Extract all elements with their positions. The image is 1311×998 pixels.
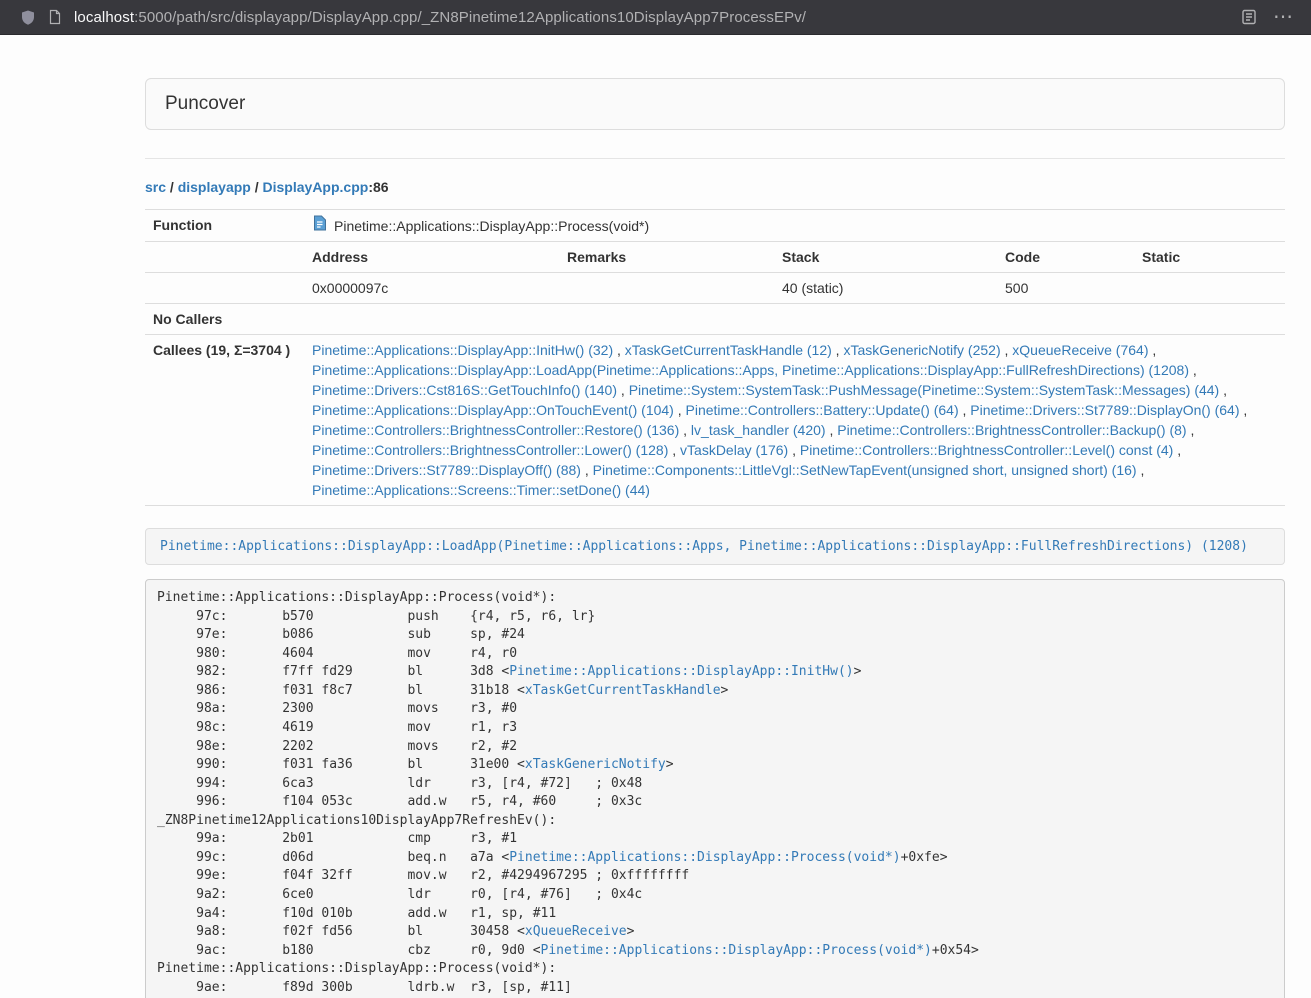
- stack-value: 40 (static): [774, 273, 997, 304]
- callee-link[interactable]: vTaskDelay (176): [680, 442, 788, 458]
- app-header: Puncover: [145, 78, 1285, 130]
- address-value: 0x0000097c: [304, 273, 559, 304]
- symbol-type-icon: [312, 215, 327, 236]
- callee-link[interactable]: Pinetime::Applications::DisplayApp::OnTo…: [312, 402, 674, 418]
- callee-link[interactable]: Pinetime::Controllers::BrightnessControl…: [837, 422, 1186, 438]
- app-title: Puncover: [165, 93, 245, 114]
- callee-link[interactable]: Pinetime::System::SystemTask::PushMessag…: [629, 382, 1220, 398]
- function-name: Pinetime::Applications::DisplayApp::Proc…: [334, 216, 649, 236]
- callee-link[interactable]: Pinetime::Controllers::BrightnessControl…: [312, 422, 679, 438]
- callee-link[interactable]: Pinetime::Controllers::BrightnessControl…: [312, 442, 668, 458]
- shield-icon[interactable]: [20, 9, 36, 26]
- callees-row: Callees (19, Σ=3704 ) Pinetime::Applicat…: [145, 335, 1285, 506]
- url-host: localhost: [74, 9, 134, 26]
- static-value: [1134, 273, 1285, 304]
- disasm-symbol-link[interactable]: Pinetime::Applications::DisplayApp::Proc…: [509, 850, 900, 865]
- callee-link[interactable]: Pinetime::Components::LittleVgl::SetNewT…: [593, 462, 1137, 478]
- metrics-value-row: 0x0000097c 40 (static) 500: [145, 273, 1285, 304]
- function-row: Function Pinetime::Applications::Display…: [145, 210, 1285, 242]
- page-info-icon[interactable]: [48, 9, 62, 25]
- column-header-remarks: Remarks: [559, 242, 774, 273]
- page-container: Puncover src / displayapp / DisplayApp.c…: [145, 78, 1285, 998]
- disasm-symbol-link[interactable]: xTaskGetCurrentTaskHandle: [525, 683, 721, 698]
- column-header-static: Static: [1134, 242, 1285, 273]
- disasm-symbol-link[interactable]: xQueueReceive: [525, 924, 627, 939]
- metrics-header-row: Address Remarks Stack Code Static: [145, 242, 1285, 273]
- callee-link[interactable]: Pinetime::Drivers::Cst816S::GetTouchInfo…: [312, 382, 617, 398]
- breadcrumb-link[interactable]: DisplayApp.cpp: [263, 179, 369, 195]
- callee-link[interactable]: Pinetime::Controllers::BrightnessControl…: [800, 442, 1173, 458]
- remarks-value: [559, 273, 774, 304]
- disasm-symbol-link[interactable]: Pinetime::Applications::DisplayApp::Proc…: [541, 943, 932, 958]
- divider: [145, 158, 1285, 159]
- disasm-symbol-link[interactable]: Pinetime::Applications::DisplayApp::Init…: [509, 664, 853, 679]
- function-row-label: Function: [145, 210, 304, 242]
- callee-link[interactable]: Pinetime::Applications::DisplayApp::Init…: [312, 342, 613, 358]
- callee-link[interactable]: Pinetime::Controllers::Battery::Update()…: [686, 402, 959, 418]
- url-bar[interactable]: localhost:5000/path/src/displayapp/Displ…: [74, 9, 1229, 26]
- symbol-table: Function Pinetime::Applications::Display…: [145, 209, 1285, 506]
- callee-link[interactable]: lv_task_handler (420): [691, 422, 826, 438]
- breadcrumb: src / displayapp / DisplayApp.cpp:86: [145, 177, 1285, 197]
- callee-link[interactable]: Pinetime::Applications::Screens::Timer::…: [312, 482, 650, 498]
- callee-link[interactable]: xTaskGetCurrentTaskHandle (12): [625, 342, 832, 358]
- callee-link[interactable]: xTaskGenericNotify (252): [843, 342, 1000, 358]
- browser-chrome: localhost:5000/path/src/displayapp/Displ…: [0, 0, 1311, 35]
- column-header-address: Address: [304, 242, 559, 273]
- disasm-symbol-link[interactable]: xTaskGenericNotify: [525, 757, 666, 772]
- highlighted-symbol-link[interactable]: Pinetime::Applications::DisplayApp::Load…: [160, 539, 1248, 554]
- highlighted-symbol-panel: Pinetime::Applications::DisplayApp::Load…: [145, 528, 1285, 565]
- reader-mode-icon[interactable]: [1241, 9, 1257, 25]
- breadcrumb-link[interactable]: src: [145, 179, 166, 195]
- code-value: 500: [997, 273, 1134, 304]
- breadcrumb-link[interactable]: displayapp: [178, 179, 251, 195]
- callee-link[interactable]: Pinetime::Drivers::St7789::DisplayOn() (…: [970, 402, 1239, 418]
- callees-label: Callees (19, Σ=3704 ): [145, 335, 304, 506]
- callee-link[interactable]: xQueueReceive (764): [1012, 342, 1148, 358]
- no-callers-row: No Callers: [145, 304, 1285, 335]
- page-actions-menu-icon[interactable]: ⋯: [1269, 7, 1297, 27]
- callees-list: Pinetime::Applications::DisplayApp::Init…: [304, 335, 1285, 506]
- no-callers-label: No Callers: [145, 304, 304, 335]
- column-header-stack: Stack: [774, 242, 997, 273]
- column-header-code: Code: [997, 242, 1134, 273]
- callee-link[interactable]: Pinetime::Drivers::St7789::DisplayOff() …: [312, 462, 581, 478]
- disassembly: Pinetime::Applications::DisplayApp::Proc…: [145, 579, 1285, 998]
- url-path: :5000/path/src/displayapp/DisplayApp.cpp…: [134, 9, 806, 26]
- callee-link[interactable]: Pinetime::Applications::DisplayApp::Load…: [312, 362, 1189, 378]
